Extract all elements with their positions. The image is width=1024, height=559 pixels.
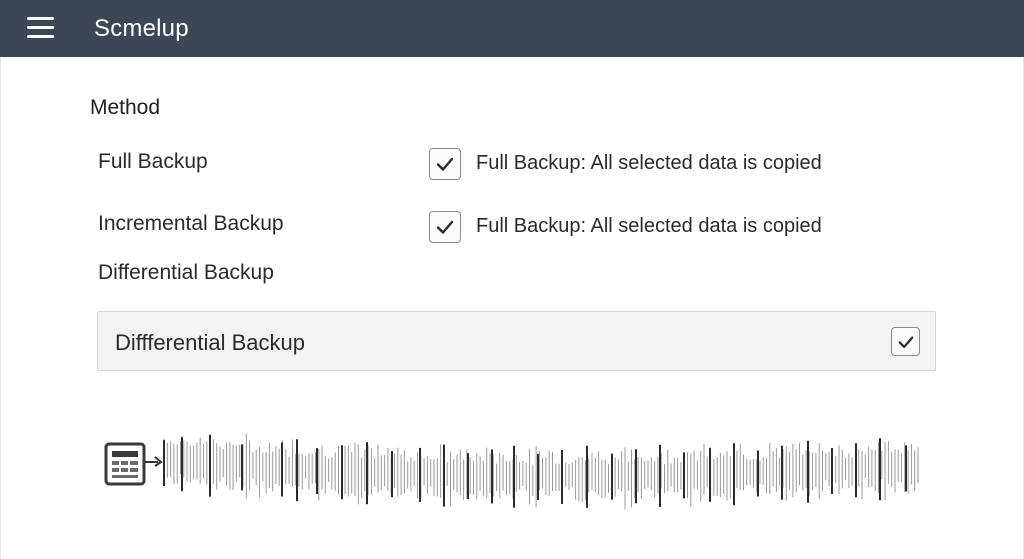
select-checkbox[interactable] [891,327,920,356]
checkmark-icon [436,220,454,234]
backup-method-select[interactable]: Diffferential Backup [97,311,936,371]
checkmark-icon [436,157,454,171]
arrow-right-icon [145,456,163,467]
select-value: Diffferential Backup [115,330,305,355]
hamburger-menu-icon[interactable] [27,17,54,39]
method-label-incremental-backup: Incremental Backup [98,212,284,235]
backup-activity-waveform [163,433,919,510]
incremental-backup-description: Full Backup: All selected data is copied [476,215,822,237]
section-title: Method [90,96,161,119]
checkmark-icon [898,335,913,348]
full-backup-description: Full Backup: All selected data is copied [476,152,822,174]
method-label-differential-backup: Differential Backup [98,261,274,284]
top-app-bar: Scmelup [0,0,1024,57]
waveform-bars [163,433,919,510]
spreadsheet-document-icon [104,442,146,486]
full-backup-checkbox[interactable] [429,148,461,180]
incremental-backup-checkbox[interactable] [429,211,461,243]
method-label-full-backup: Full Backup [98,150,208,173]
app-title: Scmelup [94,15,189,42]
